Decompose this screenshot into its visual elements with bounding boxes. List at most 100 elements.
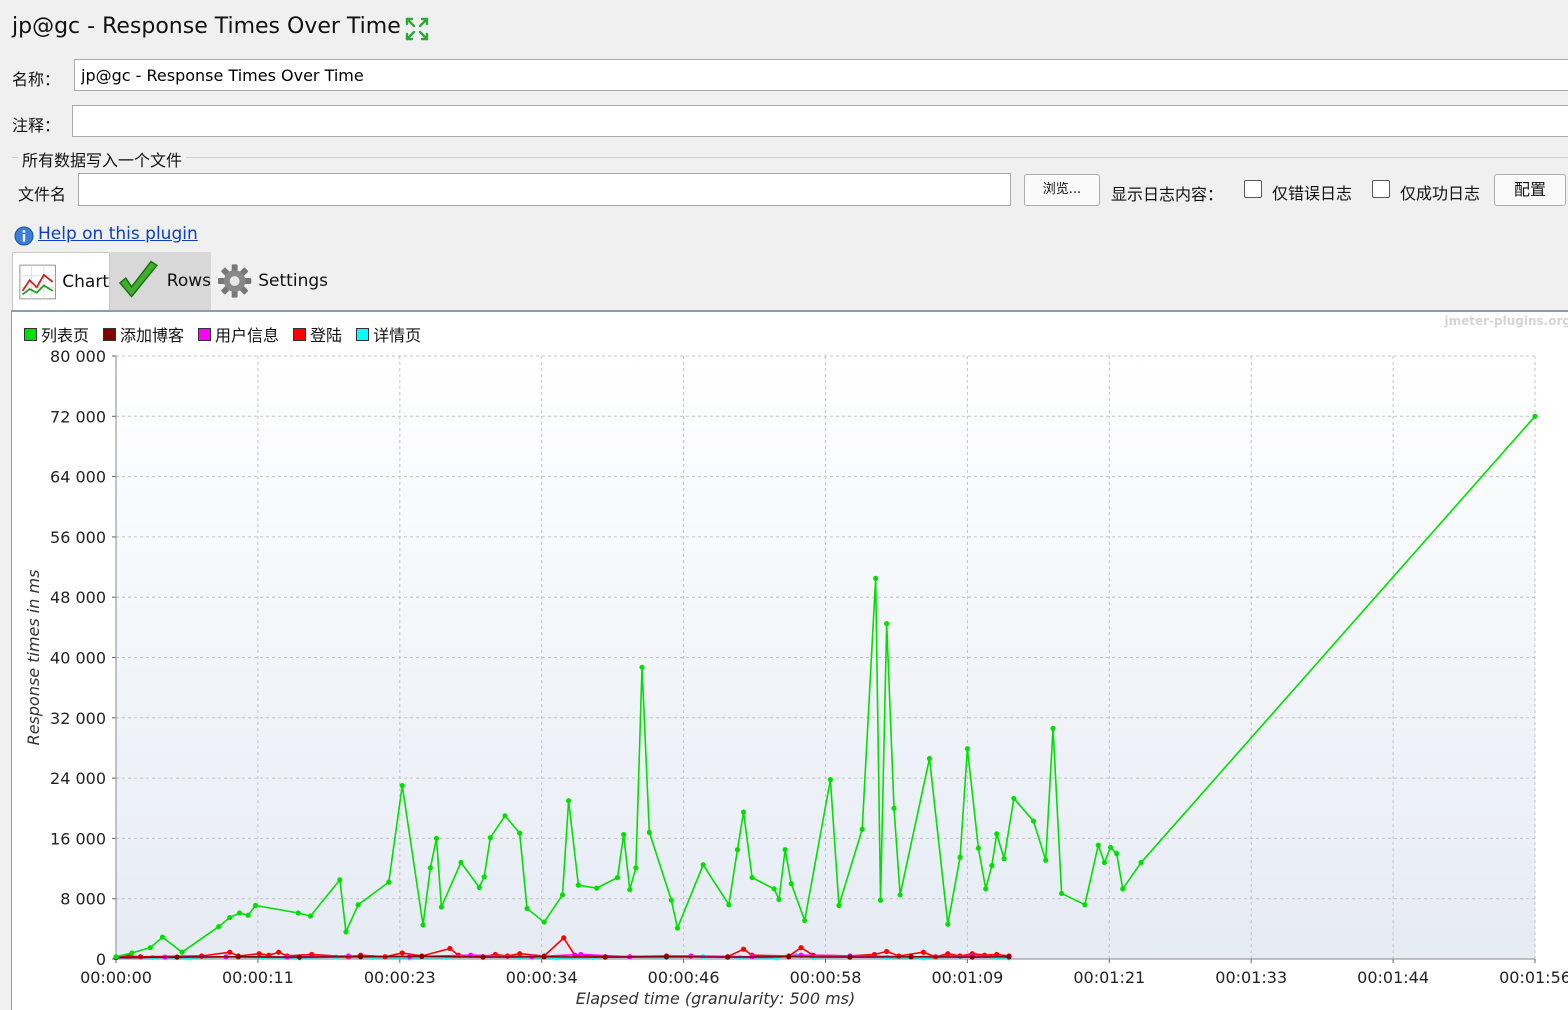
- data-point: [256, 951, 262, 957]
- data-point: [594, 885, 600, 891]
- data-point: [566, 798, 572, 804]
- data-point: [1114, 850, 1120, 857]
- data-point: [129, 950, 135, 956]
- data-point: [227, 949, 233, 955]
- data-point: [688, 953, 694, 959]
- data-point: [245, 912, 251, 918]
- x-tick-label: 00:01:33: [1215, 968, 1287, 987]
- data-point: [859, 826, 865, 832]
- x-tick-label: 00:01:44: [1357, 968, 1429, 987]
- x-tick-label: 00:00:34: [506, 968, 578, 987]
- data-point: [802, 917, 808, 924]
- data-point: [668, 897, 674, 903]
- data-point: [199, 953, 205, 959]
- data-point: [227, 914, 233, 921]
- data-point: [827, 777, 833, 783]
- x-tick-label: 00:01:56: [1499, 968, 1568, 987]
- data-point: [877, 897, 884, 903]
- data-point: [419, 953, 425, 959]
- x-tick-label: 00:01:21: [1073, 968, 1145, 987]
- data-point: [399, 950, 405, 956]
- data-point: [1011, 795, 1017, 802]
- data-point: [236, 910, 243, 916]
- data-point: [633, 865, 639, 871]
- data-point: [147, 945, 153, 951]
- data-point: [337, 877, 343, 883]
- data-point: [458, 859, 464, 866]
- y-tick-label: 72 000: [50, 407, 106, 426]
- data-point: [541, 919, 547, 925]
- data-point: [798, 945, 804, 951]
- data-point: [621, 832, 627, 838]
- data-point: [945, 921, 951, 927]
- data-point: [920, 949, 926, 955]
- data-point: [1030, 818, 1037, 824]
- data-point: [926, 755, 933, 762]
- data-point: [663, 954, 670, 960]
- data-point: [447, 945, 453, 952]
- data-point: [734, 847, 741, 853]
- data-point: [295, 910, 301, 916]
- y-tick-label: 64 000: [50, 468, 106, 487]
- y-tick-label: 0: [96, 950, 106, 969]
- data-point: [627, 887, 633, 893]
- x-tick-label: 00:01:09: [931, 968, 1003, 987]
- data-point: [541, 954, 547, 960]
- data-point: [481, 874, 487, 880]
- data-point: [749, 874, 755, 881]
- data-point: [788, 881, 794, 887]
- data-point: [908, 954, 914, 960]
- x-tick-label: 00:00:58: [790, 968, 862, 987]
- data-point: [725, 954, 731, 960]
- data-point: [307, 913, 314, 919]
- x-tick-label: 00:00:11: [222, 968, 294, 987]
- data-point: [1082, 902, 1088, 908]
- data-point: [700, 862, 706, 868]
- data-point: [897, 892, 903, 898]
- y-tick-label: 32 000: [50, 709, 106, 728]
- y-tick-label: 56 000: [50, 528, 106, 547]
- data-point: [517, 951, 523, 957]
- data-point: [561, 935, 567, 941]
- data-point: [1138, 859, 1144, 866]
- data-point: [1101, 859, 1108, 866]
- data-point: [1001, 856, 1007, 862]
- data-point: [1058, 890, 1065, 897]
- data-point: [891, 805, 897, 811]
- data-point: [559, 892, 566, 898]
- data-point: [1107, 844, 1114, 851]
- data-point: [427, 865, 433, 871]
- data-point: [674, 925, 681, 931]
- data-point: [433, 835, 440, 842]
- data-point: [438, 904, 444, 910]
- data-point: [740, 809, 747, 815]
- data-point: [358, 954, 364, 960]
- y-tick-label: 40 000: [50, 649, 106, 668]
- data-point: [502, 813, 508, 819]
- data-point: [975, 845, 982, 851]
- data-point: [989, 862, 995, 869]
- data-point: [983, 886, 989, 892]
- data-point: [847, 954, 853, 960]
- data-point: [602, 954, 608, 960]
- y-axis-label: Response times in ms: [24, 570, 43, 746]
- data-point: [614, 874, 621, 881]
- data-point: [873, 575, 879, 581]
- data-point: [480, 954, 486, 960]
- data-point: [524, 905, 530, 912]
- data-point: [1043, 857, 1049, 863]
- y-tick-label: 48 000: [50, 588, 106, 607]
- data-point: [487, 835, 493, 841]
- data-point: [345, 953, 352, 959]
- data-point: [771, 886, 777, 892]
- data-point: [786, 954, 792, 960]
- data-point: [174, 954, 180, 960]
- y-tick-label: 8 000: [60, 890, 106, 909]
- x-tick-label: 00:00:00: [80, 968, 152, 987]
- data-point: [1532, 413, 1538, 419]
- data-point: [782, 847, 788, 853]
- data-point: [575, 882, 581, 888]
- y-tick-label: 24 000: [50, 769, 106, 788]
- x-axis-label: Elapsed time (granularity: 500 ms): [576, 989, 856, 1008]
- data-point: [964, 746, 971, 752]
